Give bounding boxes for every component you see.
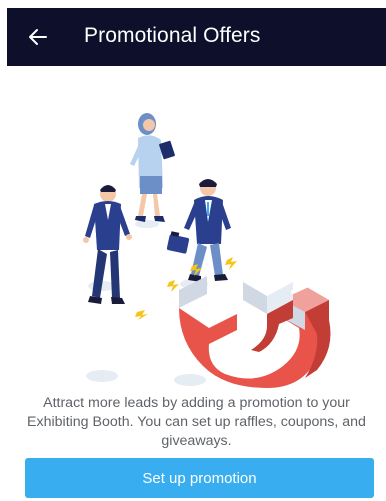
set-up-promotion-button[interactable]: Set up promotion <box>25 458 374 498</box>
woman-figure <box>130 113 175 222</box>
back-arrow-icon <box>29 29 47 45</box>
man-right-figure <box>166 179 231 282</box>
promotion-illustration <box>83 113 331 388</box>
back-button[interactable] <box>23 22 53 52</box>
screen: Promotional Offers Attract more leads by… <box>7 8 386 501</box>
magnet-icon <box>179 268 331 388</box>
page-title: Promotional Offers <box>84 24 261 47</box>
promotion-description: Attract more leads by adding a promotion… <box>27 395 366 449</box>
app-header: Promotional Offers <box>7 8 386 66</box>
